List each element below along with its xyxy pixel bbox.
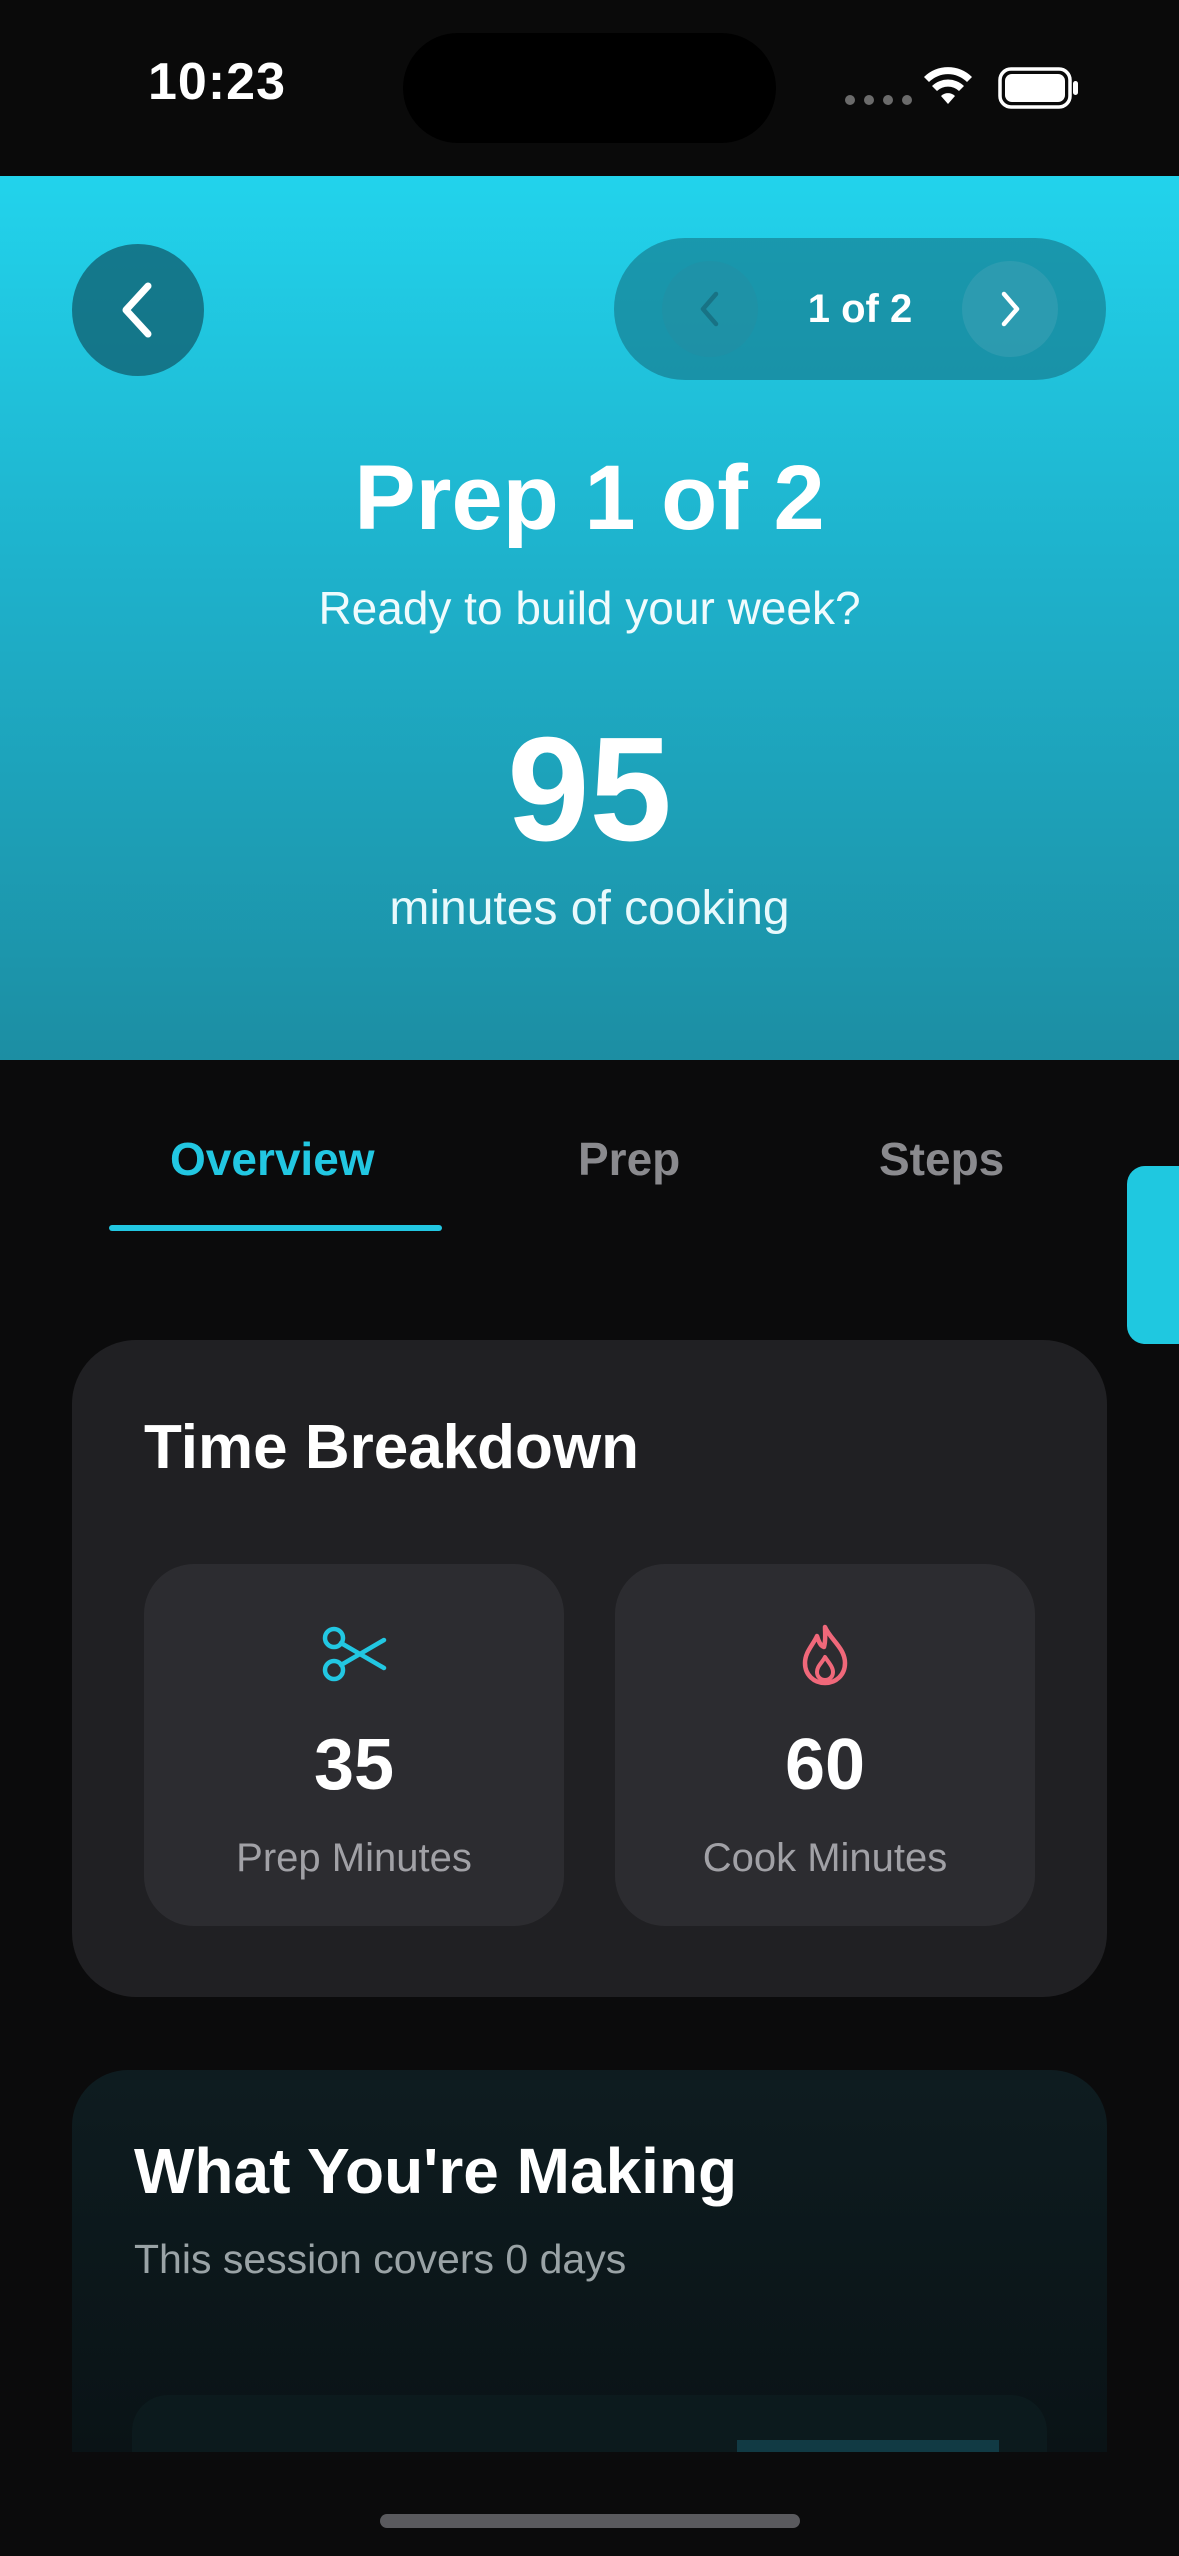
tab-overview[interactable]: Overview (170, 1132, 375, 1186)
cellular-signal-icon (845, 95, 912, 105)
prep-minutes-label: Prep Minutes (236, 1836, 472, 1880)
tab-bar: Overview Prep Steps (0, 1060, 1179, 1231)
chevron-left-icon (122, 282, 152, 338)
pager-label: 1 of 2 (807, 286, 913, 331)
card-subtitle: This session covers 0 days (134, 2236, 627, 2282)
chevron-left-icon (700, 291, 719, 327)
total-minutes-value: 95 (507, 707, 672, 872)
prep-minutes-value: 35 (313, 1725, 395, 1805)
page-title: Prep 1 of 2 (354, 447, 825, 549)
time-breakdown-card: Time Breakdown 35 Prep Minutes 60 Cook M… (72, 1340, 1107, 1997)
what-youre-making-card: What You're Making This session covers 0… (72, 2070, 1107, 2452)
session-pager: 1 of 2 (614, 238, 1106, 380)
tab-steps[interactable]: Steps (879, 1132, 1004, 1186)
side-drawer-handle[interactable] (1127, 1166, 1179, 1344)
card-title: Time Breakdown (144, 1413, 640, 1482)
flame-icon (802, 1624, 848, 1686)
hero-header: 1 of 2 Prep 1 of 2 Ready to build your w… (0, 176, 1179, 1060)
previous-session-button[interactable] (662, 261, 758, 357)
tab-prep[interactable]: Prep (578, 1132, 680, 1186)
next-session-button[interactable] (962, 261, 1058, 357)
status-bar: 10:23 (0, 0, 1179, 176)
cook-minutes-label: Cook Minutes (702, 1836, 948, 1880)
back-button[interactable] (72, 244, 204, 376)
total-minutes-caption: minutes of cooking (389, 882, 790, 935)
prep-minutes-stat: 35 Prep Minutes (144, 1564, 564, 1926)
dynamic-island (403, 33, 776, 143)
bottom-safe-area (0, 2452, 1179, 2556)
wifi-icon (924, 67, 972, 104)
page-subtitle: Ready to build your week? (318, 582, 861, 634)
tab-indicator (109, 1225, 442, 1231)
home-indicator[interactable] (380, 2514, 800, 2528)
status-time: 10:23 (148, 53, 286, 111)
cook-minutes-value: 60 (784, 1725, 866, 1805)
chevron-right-icon (1001, 291, 1020, 327)
cook-minutes-stat: 60 Cook Minutes (615, 1564, 1035, 1926)
card-title: What You're Making (134, 2135, 738, 2207)
battery-icon (998, 67, 1078, 109)
recipe-item-accent (737, 2440, 999, 2452)
scissors-icon (322, 1626, 387, 1682)
